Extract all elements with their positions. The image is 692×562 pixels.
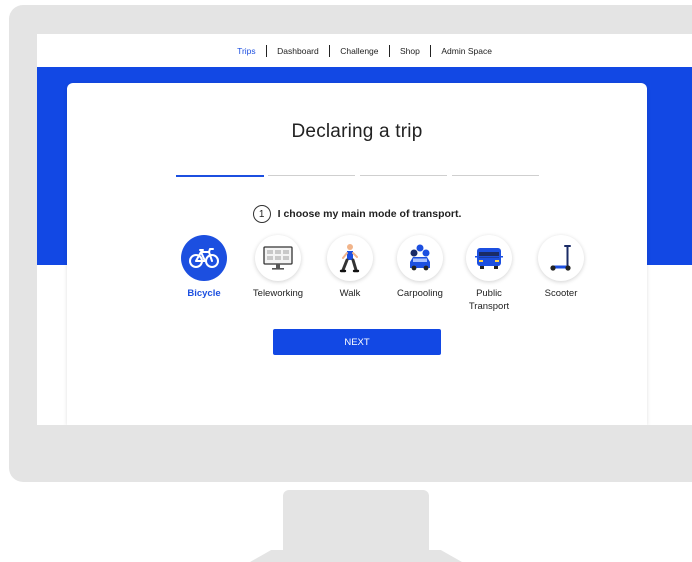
monitor-stand-base bbox=[250, 550, 462, 562]
app-screen: Trips Dashboard Challenge Shop Admin Spa… bbox=[37, 34, 692, 425]
question-text: I choose my main mode of transport. bbox=[277, 208, 462, 220]
nav-link-trips[interactable]: Trips bbox=[227, 46, 266, 56]
scooter-icon bbox=[550, 245, 571, 271]
step-segment-4 bbox=[452, 175, 539, 176]
step-number-badge: 1 bbox=[252, 205, 271, 223]
mode-option-public-transport[interactable]: Public Transport bbox=[449, 235, 529, 313]
page-title: Declaring a trip bbox=[291, 121, 423, 142]
bus-icon bbox=[475, 248, 503, 269]
nav-link-challenge[interactable]: Challenge bbox=[330, 46, 388, 56]
mode-label-public-transport: Public Transport bbox=[468, 288, 510, 312]
mode-option-bicycle[interactable]: Bicycle bbox=[164, 235, 244, 300]
question-row: 1 I choose my main mode of transport. bbox=[67, 205, 647, 223]
trip-declaration-card: Declaring a trip 1 I choose my main mode… bbox=[67, 83, 647, 425]
walking-person-icon bbox=[339, 244, 360, 273]
carpool-icon bbox=[410, 244, 430, 271]
nav-link-shop[interactable]: Shop bbox=[390, 46, 430, 56]
mode-label-scooter: Scooter bbox=[544, 288, 578, 299]
transport-mode-list: Bicycle Teleworking Walk Carpooling Publ… bbox=[67, 235, 647, 325]
step-segment-1 bbox=[176, 174, 264, 177]
step-segment-2 bbox=[268, 175, 355, 176]
monitor-stand-neck bbox=[283, 490, 429, 560]
mode-option-scooter[interactable]: Scooter bbox=[521, 235, 601, 300]
mode-option-carpooling[interactable]: Carpooling bbox=[380, 235, 460, 300]
monitor-icon bbox=[263, 246, 293, 270]
mode-option-teleworking[interactable]: Teleworking bbox=[238, 235, 318, 300]
top-navigation: Trips Dashboard Challenge Shop Admin Spa… bbox=[37, 34, 692, 67]
step-progress bbox=[176, 174, 539, 177]
mode-label-walk: Walk bbox=[339, 288, 361, 299]
mode-option-walk[interactable]: Walk bbox=[310, 235, 390, 300]
mode-label-teleworking: Teleworking bbox=[252, 288, 304, 299]
nav-link-admin-space[interactable]: Admin Space bbox=[431, 46, 502, 56]
next-button[interactable]: NEXT bbox=[273, 329, 441, 355]
nav-link-dashboard[interactable]: Dashboard bbox=[267, 46, 329, 56]
bicycle-icon bbox=[189, 248, 219, 268]
step-segment-3 bbox=[360, 175, 447, 176]
mode-label-carpooling: Carpooling bbox=[397, 288, 443, 299]
mode-label-bicycle: Bicycle bbox=[187, 288, 221, 299]
